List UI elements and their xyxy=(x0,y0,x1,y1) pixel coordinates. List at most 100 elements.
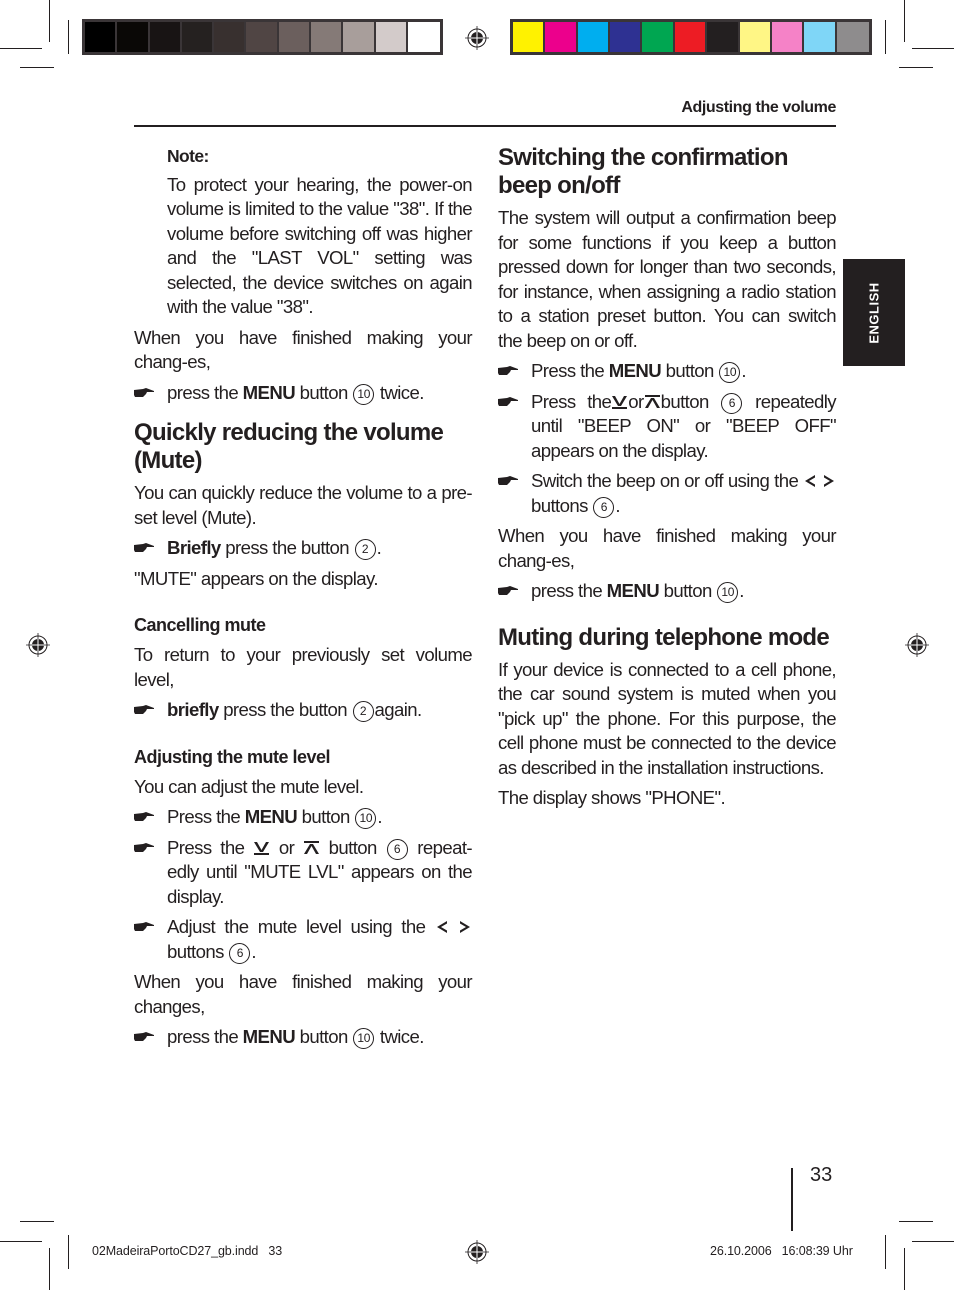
adjust-intro: You can adjust the mute level. xyxy=(134,775,364,797)
instruction-step: Switch the beep on or off using the butt… xyxy=(498,469,836,518)
gray-swatch xyxy=(246,22,279,52)
registration-mark-icon xyxy=(25,632,51,658)
color-swatch xyxy=(804,22,837,52)
step-text: button xyxy=(665,360,715,381)
pointing-hand-icon xyxy=(498,396,518,407)
crop-mark xyxy=(899,67,933,68)
gray-swatch xyxy=(375,22,408,52)
instruction-step: Briefly press the button 2. xyxy=(134,536,472,561)
color-swatch xyxy=(707,22,740,52)
step-text: Switch the beep on or off using the xyxy=(531,470,799,491)
instruction-step: press the MENU button 10. xyxy=(498,579,836,604)
step-text: . xyxy=(615,494,620,516)
crop-mark xyxy=(912,1241,954,1242)
step-text: . xyxy=(739,580,744,601)
finish-text: When you have finished making your chang… xyxy=(134,326,473,373)
instruction-step: Adjust the mute level using the buttons … xyxy=(134,915,472,964)
step-text: button xyxy=(301,806,351,827)
step-text: Press the xyxy=(531,360,605,381)
pointing-hand-icon xyxy=(134,922,154,932)
up-arrow-icon xyxy=(303,836,320,861)
menu-key-label: MENU xyxy=(244,806,298,827)
finish-text: When you have finished making your chang… xyxy=(134,971,473,1017)
button-number-badge: 6 xyxy=(593,496,615,518)
crop-mark xyxy=(904,1248,905,1290)
step-text: Press the xyxy=(167,836,245,858)
crop-mark xyxy=(912,48,954,49)
page-number-rule xyxy=(791,1168,793,1231)
instruction-step: Press the MENU button 10. xyxy=(498,359,836,384)
step-text: buttons xyxy=(167,940,224,962)
instruction-step: Press the MENU button 10. xyxy=(134,805,472,830)
step-text: . xyxy=(377,806,382,827)
instruction-step: press the MENU button 10 twice. xyxy=(134,1025,472,1050)
subheading-cancel-mute: Cancelling mute xyxy=(134,615,266,635)
slug-timestamp: 26.10.2006 16:08:39 Uhr xyxy=(710,1244,853,1258)
step-text: button xyxy=(663,580,713,601)
step-text: press the button xyxy=(223,699,347,720)
left-arrow-icon xyxy=(435,915,449,940)
beep-intro: The system will output a confirmation be… xyxy=(498,207,837,351)
left-arrow-icon xyxy=(803,469,817,494)
instruction-step: briefly press the button 2 again. xyxy=(134,698,472,723)
gray-swatch xyxy=(214,22,247,52)
step-text: button xyxy=(328,836,378,858)
step-text: press the xyxy=(167,381,239,403)
step-text: . xyxy=(376,537,382,558)
crop-mark xyxy=(0,1241,42,1242)
step-text: press the button xyxy=(225,537,349,558)
step-text: again. xyxy=(374,699,423,720)
gray-swatch xyxy=(343,22,376,52)
section-heading-beep: Switching the confirmation beep on/off xyxy=(498,144,789,199)
menu-key-label: MENU xyxy=(606,580,660,601)
color-swatch xyxy=(836,22,869,52)
crop-mark xyxy=(49,0,50,42)
button-number-badge: 10 xyxy=(353,383,375,405)
gray-swatch xyxy=(149,22,182,52)
instruction-step: Press the or button 6 repeat-edly until … xyxy=(134,836,473,910)
step-text: buttons xyxy=(531,494,588,516)
crop-mark xyxy=(68,20,69,54)
registration-mark-icon xyxy=(464,1239,490,1265)
step-text: . xyxy=(741,360,746,381)
gray-swatch xyxy=(407,22,441,52)
section-heading-mute: Quickly reducing the volume (Mute) xyxy=(134,419,444,474)
step-text: press the xyxy=(531,580,603,601)
menu-key-label: MENU xyxy=(242,1026,296,1047)
right-column: Switching the confirmation beep on/off T… xyxy=(498,144,837,817)
page-number: 33 xyxy=(810,1164,833,1186)
crop-mark xyxy=(885,20,886,54)
subheading-adjust-mute-level: Adjusting the mute level xyxy=(134,746,331,767)
pointing-hand-icon xyxy=(134,1032,154,1042)
gray-swatch xyxy=(181,22,215,52)
step-text: Adjust the mute level using the xyxy=(167,916,426,937)
color-swatch xyxy=(513,22,546,52)
pointing-hand-icon xyxy=(134,543,154,553)
step-text: . xyxy=(251,940,256,962)
step-text: press the xyxy=(167,1026,239,1047)
crop-mark xyxy=(0,48,42,49)
note-body: To protect your hearing, the power-on vo… xyxy=(167,173,473,318)
step-text: Press the xyxy=(531,390,612,412)
crop-mark xyxy=(20,67,54,68)
button-number-badge: 2 xyxy=(354,539,376,560)
crop-mark xyxy=(899,1221,933,1222)
button-number-badge: 10 xyxy=(719,362,741,383)
right-arrow-icon xyxy=(822,469,836,494)
button-number-badge: 10 xyxy=(353,1028,375,1049)
mute-intro: You can quickly reduce the volume to a p… xyxy=(134,482,473,528)
crop-mark xyxy=(20,1221,54,1222)
pointing-hand-icon xyxy=(498,366,518,376)
button-number-badge: 6 xyxy=(386,838,408,860)
menu-key-label: MENU xyxy=(608,360,662,381)
color-swatch xyxy=(642,22,675,52)
button-number-badge: 10 xyxy=(355,808,377,829)
step-text: or xyxy=(628,390,644,412)
button-number-badge: 6 xyxy=(721,392,743,414)
color-calibration-bar xyxy=(510,19,872,55)
color-swatch xyxy=(577,22,611,52)
step-text: button xyxy=(299,381,349,403)
phone-display-text: The display shows "PHONE". xyxy=(498,787,726,808)
down-arrow-icon xyxy=(253,836,270,861)
emphasis-text: briefly xyxy=(167,699,219,720)
